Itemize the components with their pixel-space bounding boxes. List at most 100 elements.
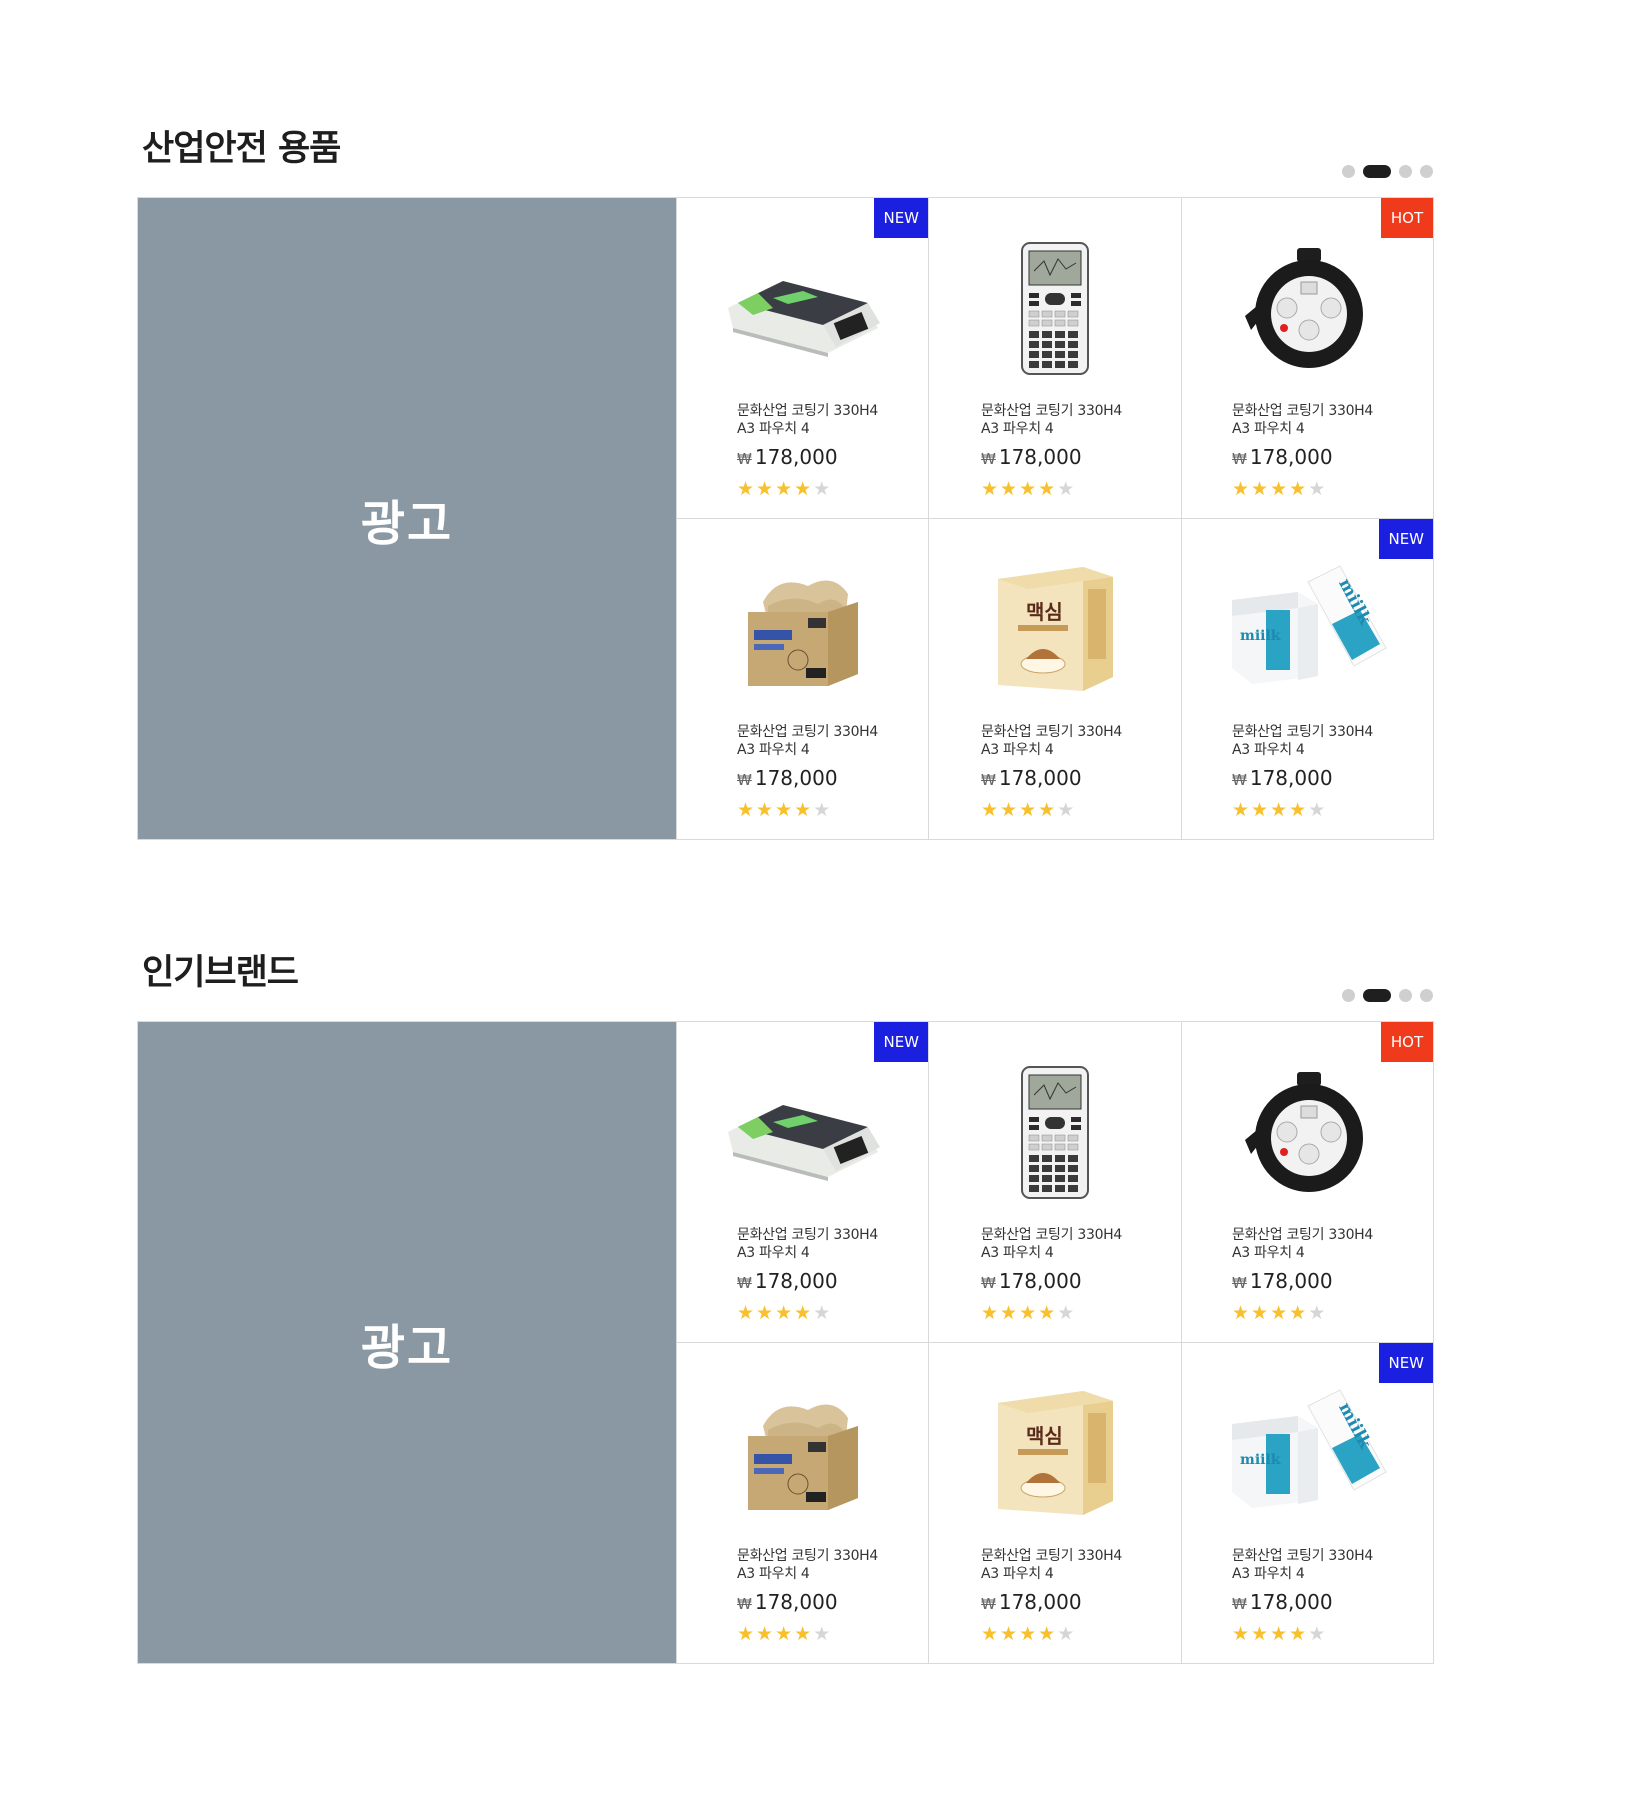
product-name[interactable]: 문화산업 코팅기 330H4 A3 파우치 4 [981, 1226, 1161, 1262]
won-currency-symbol: ₩ [981, 1274, 996, 1292]
product-name[interactable]: 문화산업 코팅기 330H4 A3 파우치 4 [737, 1547, 917, 1583]
ad-label: 광고 [360, 495, 454, 552]
star-icon: ★ [1308, 799, 1326, 821]
star-icon: ★ [1057, 1302, 1075, 1324]
star-icon: ★ [981, 799, 999, 821]
ad-banner[interactable]: 광고 [138, 198, 676, 839]
product-card[interactable]: 맥심 문화산업 코팅기 330H4 A3 파우치 4 ₩ 178,000 ★ ★ ★… [928, 1343, 1181, 1664]
product-info: 문화산업 코팅기 330H4 A3 파우치 4 ₩ 178,000 ★ ★ ★ ★ ★ [1232, 723, 1412, 821]
product-card[interactable]: HOT 문화산업 코팅기 330H4 A3 파우치 4 ₩ 178,000 ★ … [1181, 198, 1433, 519]
star-icon: ★ [1270, 799, 1288, 821]
rating-stars: ★ ★ ★ ★ ★ [981, 1623, 1161, 1645]
carousel-dot-3[interactable] [1399, 988, 1412, 1002]
product-card[interactable]: HOT 문화산업 코팅기 330H4 A3 파우치 4 ₩ 178,000 ★ … [1181, 1022, 1433, 1343]
price-value: 178,000 [1249, 445, 1333, 469]
product-price: ₩ 178,000 [737, 1268, 917, 1296]
product-price: ₩ 178,000 [1232, 765, 1412, 793]
carousel-dot-4[interactable] [1420, 988, 1433, 1002]
price-value: 178,000 [998, 445, 1082, 469]
product-name[interactable]: 문화산업 코팅기 330H4 A3 파우치 4 [737, 402, 917, 438]
product-name-line2: A3 파우치 4 [981, 1245, 1054, 1261]
star-icon: ★ [1308, 1302, 1326, 1324]
star-icon: ★ [1057, 1623, 1075, 1645]
star-icon: ★ [1270, 1623, 1288, 1645]
product-image-paper-box[interactable]: miilk miilk [1182, 1373, 1433, 1533]
rating-stars: ★ ★ ★ ★ ★ [737, 478, 917, 500]
product-name-line2: A3 파우치 4 [1232, 1566, 1305, 1582]
product-card[interactable]: NEW 문화산업 코팅기 330H4 A3 파우치 4 ₩ 178,000 ★ ★… [676, 198, 928, 519]
product-name[interactable]: 문화산업 코팅기 330H4 A3 파우치 4 [981, 723, 1161, 759]
star-icon: ★ [1057, 478, 1075, 500]
product-name[interactable]: 문화산업 코팅기 330H4 A3 파우치 4 [1232, 1547, 1412, 1583]
carousel-dot-4[interactable] [1420, 164, 1433, 178]
product-image-cord-reel[interactable] [1182, 228, 1433, 388]
product-card[interactable]: 맥심 문화산업 코팅기 330H4 A3 파우치 4 ₩ 178,000 ★ ★ ★… [928, 519, 1181, 840]
star-icon: ★ [1251, 1302, 1269, 1324]
rating-stars: ★ ★ ★ ★ ★ [1232, 1623, 1412, 1645]
star-icon: ★ [1000, 1302, 1018, 1324]
product-name-line1: 문화산업 코팅기 330H4 [737, 403, 879, 419]
star-icon: ★ [756, 799, 774, 821]
product-image-calculator[interactable] [929, 1052, 1181, 1212]
product-card[interactable]: NEW 문화산업 코팅기 330H4 A3 파우치 4 ₩ 178,000 ★ ★… [676, 1022, 928, 1343]
svg-text:miilk: miilk [1240, 628, 1281, 644]
product-name[interactable]: 문화산업 코팅기 330H4 A3 파우치 4 [981, 402, 1161, 438]
product-image-paper-box[interactable]: miilk miilk [1182, 549, 1433, 709]
product-image-coffee-box[interactable]: 맥심 [929, 549, 1181, 709]
product-name[interactable]: 문화산업 코팅기 330H4 A3 파우치 4 [1232, 723, 1412, 759]
product-name[interactable]: 문화산업 코팅기 330H4 A3 파우치 4 [1232, 1226, 1412, 1262]
product-name-line1: 문화산업 코팅기 330H4 [981, 1227, 1123, 1243]
product-image-wiper-box[interactable] [677, 1373, 928, 1533]
carousel-dot-2[interactable] [1363, 988, 1391, 1002]
price-value: 178,000 [754, 445, 838, 469]
product-name-line1: 문화산업 코팅기 330H4 [1232, 403, 1374, 419]
product-price: ₩ 178,000 [737, 765, 917, 793]
product-name[interactable]: 문화산업 코팅기 330H4 A3 파우치 4 [981, 1547, 1161, 1583]
section-title: 인기브랜드 [142, 953, 299, 993]
product-name[interactable]: 문화산업 코팅기 330H4 A3 파우치 4 [737, 723, 917, 759]
won-currency-symbol: ₩ [737, 450, 752, 468]
price-value: 178,000 [998, 1590, 1082, 1614]
product-name[interactable]: 문화산업 코팅기 330H4 A3 파우치 4 [1232, 402, 1412, 438]
product-name-line1: 문화산업 코팅기 330H4 [1232, 1227, 1374, 1243]
product-info: 문화산업 코팅기 330H4 A3 파우치 4 ₩ 178,000 ★ ★ ★ ★ ★ [981, 1226, 1161, 1324]
product-name-line2: A3 파우치 4 [1232, 742, 1305, 758]
carousel-dot-3[interactable] [1399, 164, 1412, 178]
product-name[interactable]: 문화산업 코팅기 330H4 A3 파우치 4 [737, 1226, 917, 1262]
star-icon: ★ [1019, 478, 1037, 500]
product-card[interactable]: 문화산업 코팅기 330H4 A3 파우치 4 ₩ 178,000 ★ ★ ★ ★ ★ [676, 1343, 928, 1664]
product-image-laminator[interactable] [677, 1052, 928, 1212]
product-price: ₩ 178,000 [1232, 1589, 1412, 1617]
star-icon: ★ [775, 799, 793, 821]
star-icon: ★ [756, 1623, 774, 1645]
won-currency-symbol: ₩ [981, 771, 996, 789]
product-card[interactable]: 문화산업 코팅기 330H4 A3 파우치 4 ₩ 178,000 ★ ★ ★ ★ ★ [928, 1022, 1181, 1343]
product-image-wiper-box[interactable] [677, 549, 928, 709]
price-value: 178,000 [1249, 1590, 1333, 1614]
rating-stars: ★ ★ ★ ★ ★ [1232, 1302, 1412, 1324]
rating-stars: ★ ★ ★ ★ ★ [981, 1302, 1161, 1324]
price-value: 178,000 [1249, 1269, 1333, 1293]
star-icon: ★ [775, 1623, 793, 1645]
star-icon: ★ [794, 478, 812, 500]
product-image-calculator[interactable] [929, 228, 1181, 388]
product-info: 문화산업 코팅기 330H4 A3 파우치 4 ₩ 178,000 ★ ★ ★ ★ ★ [737, 1547, 917, 1645]
product-card[interactable]: NEW miilk miilk 문화산업 코팅기 330H4 A3 파우치 4 … [1181, 519, 1433, 840]
product-info: 문화산업 코팅기 330H4 A3 파우치 4 ₩ 178,000 ★ ★ ★ ★ ★ [981, 1547, 1161, 1645]
price-value: 178,000 [998, 1269, 1082, 1293]
product-image-cord-reel[interactable] [1182, 1052, 1433, 1212]
product-image-coffee-box[interactable]: 맥심 [929, 1373, 1181, 1533]
carousel-dot-2[interactable] [1363, 164, 1391, 178]
product-card[interactable]: 문화산업 코팅기 330H4 A3 파우치 4 ₩ 178,000 ★ ★ ★ ★ ★ [928, 198, 1181, 519]
won-currency-symbol: ₩ [981, 1595, 996, 1613]
carousel-dot-1[interactable] [1342, 988, 1355, 1002]
product-name-line2: A3 파우치 4 [981, 421, 1054, 437]
product-card[interactable]: NEW miilk miilk 문화산업 코팅기 330H4 A3 파우치 4 … [1181, 1343, 1433, 1664]
ad-banner[interactable]: 광고 [138, 1022, 676, 1663]
star-icon: ★ [981, 1302, 999, 1324]
product-grid: NEW 문화산업 코팅기 330H4 A3 파우치 4 ₩ 178,000 ★ ★… [676, 1022, 1433, 1664]
carousel-dot-1[interactable] [1342, 164, 1355, 178]
product-image-laminator[interactable] [677, 228, 928, 388]
product-card[interactable]: 문화산업 코팅기 330H4 A3 파우치 4 ₩ 178,000 ★ ★ ★ ★ ★ [676, 519, 928, 840]
product-price: ₩ 178,000 [1232, 1268, 1412, 1296]
